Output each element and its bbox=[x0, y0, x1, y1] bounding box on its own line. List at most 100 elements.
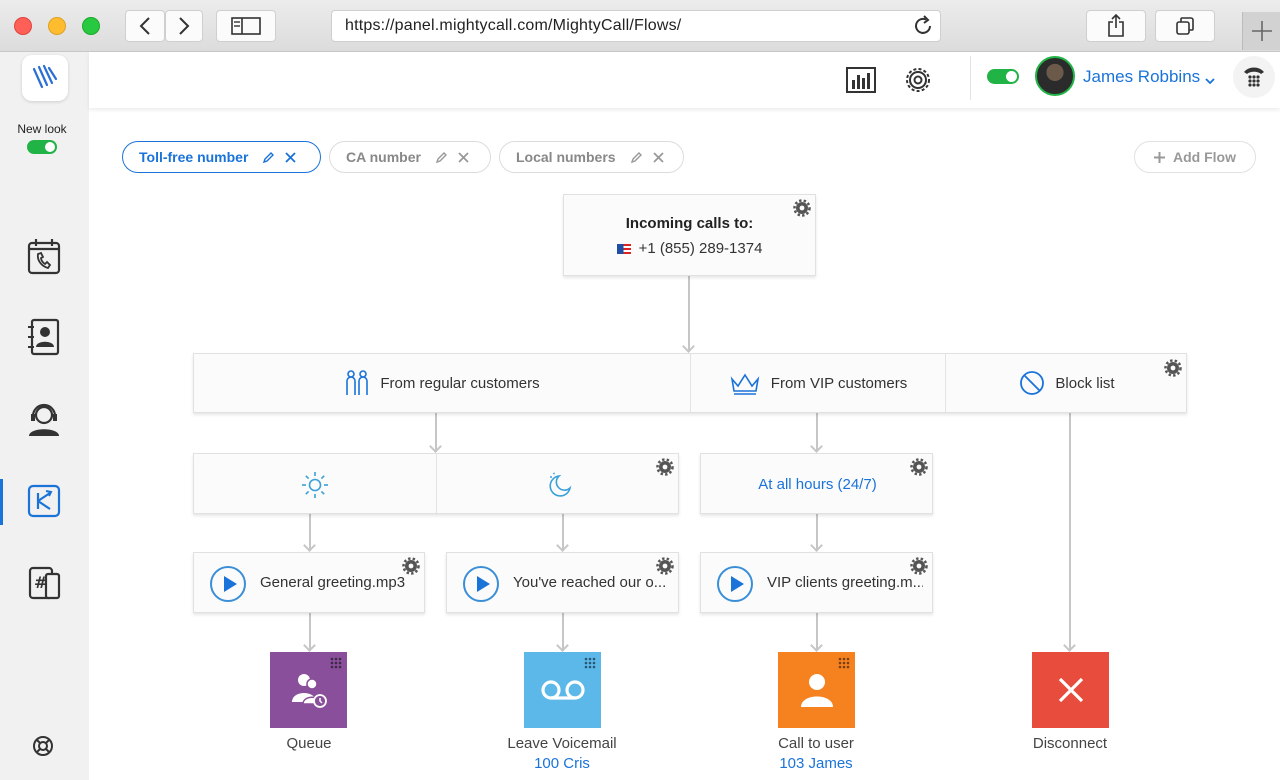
minimize-window-button[interactable] bbox=[48, 17, 66, 35]
dialpad-icon bbox=[1244, 67, 1264, 87]
chevron-right-icon bbox=[179, 17, 190, 35]
plus-icon bbox=[1154, 151, 1165, 163]
sidebar-toggle-button[interactable] bbox=[216, 10, 276, 42]
tab-local-numbers[interactable]: Local numbers bbox=[499, 141, 684, 173]
action-queue-tile[interactable] bbox=[270, 652, 347, 728]
play-icon[interactable] bbox=[717, 566, 753, 602]
incoming-calls-card[interactable]: Incoming calls to: +1 (855) 289-1374 bbox=[563, 194, 816, 276]
business-hours-day[interactable] bbox=[194, 454, 436, 515]
pencil-icon[interactable] bbox=[630, 151, 643, 164]
availability-toggle[interactable] bbox=[987, 69, 1019, 84]
block-icon bbox=[1020, 371, 1045, 395]
top-header: James Robbins bbox=[89, 52, 1280, 108]
help-lifebuoy-icon[interactable] bbox=[32, 735, 54, 762]
tab-label: Toll-free number bbox=[139, 149, 249, 165]
left-sidebar: New look # bbox=[0, 52, 89, 780]
zoom-window-button[interactable] bbox=[82, 17, 100, 35]
filter-label: From regular customers bbox=[380, 374, 540, 392]
back-button[interactable] bbox=[125, 10, 165, 42]
flows-icon bbox=[27, 484, 61, 518]
greeting-after-hours-card[interactable]: You've reached our o... bbox=[446, 552, 679, 613]
close-icon[interactable] bbox=[285, 151, 297, 163]
action-call-user-tile[interactable] bbox=[778, 652, 855, 728]
play-icon[interactable] bbox=[210, 566, 246, 602]
close-icon[interactable] bbox=[652, 151, 664, 163]
greeting-vip-card[interactable]: VIP clients greeting.m... bbox=[700, 552, 933, 613]
action-label: Queue bbox=[286, 735, 332, 752]
plus-icon bbox=[1251, 21, 1272, 41]
business-hours-card bbox=[193, 453, 680, 515]
gear-icon[interactable] bbox=[402, 557, 420, 575]
gear-icon[interactable] bbox=[910, 557, 928, 575]
settings-button[interactable] bbox=[902, 64, 934, 96]
calendar-phone-icon bbox=[27, 239, 61, 275]
all-hours-card[interactable]: At all hours (24/7) bbox=[700, 453, 933, 514]
action-target-link[interactable]: 103 James bbox=[736, 755, 896, 772]
avatar[interactable] bbox=[1035, 56, 1075, 96]
incoming-number: +1 (855) 289-1374 bbox=[564, 240, 815, 257]
filter-regular-customers[interactable]: From regular customers bbox=[194, 354, 690, 412]
tab-label: Local numbers bbox=[516, 149, 616, 165]
close-icon[interactable] bbox=[458, 151, 469, 163]
user-icon bbox=[800, 674, 833, 707]
action-disconnect-tile[interactable] bbox=[1032, 652, 1109, 728]
sidebar-item-numbers[interactable]: # bbox=[23, 562, 65, 604]
gear-icon[interactable] bbox=[910, 458, 928, 476]
gear-icon[interactable] bbox=[793, 199, 811, 217]
share-button[interactable] bbox=[1086, 10, 1146, 42]
greeting-file-name: VIP clients greeting.m... bbox=[767, 574, 923, 591]
action-voicemail-tile[interactable] bbox=[524, 652, 601, 728]
address-bar[interactable]: https://panel.mightycall.com/MightyCall/… bbox=[331, 10, 941, 42]
action-target-link[interactable]: 100 Cris bbox=[482, 755, 642, 772]
gear-icon[interactable] bbox=[656, 458, 674, 476]
tab-toll-free-number[interactable]: Toll-free number bbox=[122, 141, 321, 173]
close-window-button[interactable] bbox=[14, 17, 32, 35]
filter-vip-customers[interactable]: From VIP customers bbox=[691, 354, 945, 412]
active-nav-indicator bbox=[0, 479, 3, 525]
sidebar-item-calls[interactable] bbox=[23, 236, 65, 278]
bar-chart-icon bbox=[846, 67, 876, 93]
pencil-icon[interactable] bbox=[262, 151, 275, 164]
header-divider bbox=[970, 56, 971, 100]
tabs-overview-button[interactable] bbox=[1155, 10, 1215, 42]
pencil-icon[interactable] bbox=[435, 151, 448, 164]
greeting-general-card[interactable]: General greeting.mp3 bbox=[193, 552, 425, 613]
user-name[interactable]: James Robbins bbox=[1083, 67, 1200, 87]
sun-icon bbox=[302, 471, 328, 498]
sidebar-item-support[interactable] bbox=[23, 398, 65, 440]
sidebar-item-contacts[interactable] bbox=[23, 316, 65, 358]
tab-ca-number[interactable]: CA number bbox=[329, 141, 491, 173]
new-look-toggle[interactable] bbox=[27, 140, 57, 154]
grid-dots-icon[interactable] bbox=[330, 657, 342, 669]
grid-dots-icon[interactable] bbox=[584, 657, 596, 669]
business-hours-night[interactable] bbox=[437, 454, 680, 515]
forward-button[interactable] bbox=[165, 10, 203, 42]
arrow-head bbox=[556, 539, 569, 552]
greeting-file-name: You've reached our o... bbox=[513, 574, 667, 591]
chevron-down-icon[interactable] bbox=[1205, 72, 1215, 90]
mightycall-logo[interactable] bbox=[22, 55, 68, 101]
gear-icon[interactable] bbox=[656, 557, 674, 575]
filter-block-list[interactable]: Block list bbox=[946, 354, 1188, 412]
filter-label: From VIP customers bbox=[770, 374, 908, 392]
add-flow-button[interactable]: Add Flow bbox=[1134, 141, 1256, 173]
new-tab-button[interactable] bbox=[1242, 12, 1280, 50]
grid-dots-icon[interactable] bbox=[838, 657, 850, 669]
gear-icon[interactable] bbox=[1164, 359, 1182, 377]
add-flow-label: Add Flow bbox=[1173, 149, 1236, 165]
action-label: Call to user bbox=[778, 735, 854, 752]
play-icon[interactable] bbox=[463, 566, 499, 602]
us-flag-icon bbox=[616, 244, 631, 254]
sidebar-item-flows[interactable] bbox=[23, 480, 65, 522]
reload-icon[interactable] bbox=[912, 15, 934, 48]
crown-icon bbox=[730, 373, 760, 395]
sidebar-icon bbox=[231, 17, 261, 35]
new-look-label: New look bbox=[17, 122, 67, 136]
dialpad-button[interactable] bbox=[1233, 56, 1275, 98]
action-label: Disconnect bbox=[1032, 735, 1108, 752]
reports-button[interactable] bbox=[845, 64, 877, 96]
arrow-head bbox=[429, 440, 442, 453]
incoming-title: Incoming calls to: bbox=[625, 215, 754, 232]
people-icon bbox=[346, 370, 369, 395]
tab-label: CA number bbox=[346, 149, 421, 165]
